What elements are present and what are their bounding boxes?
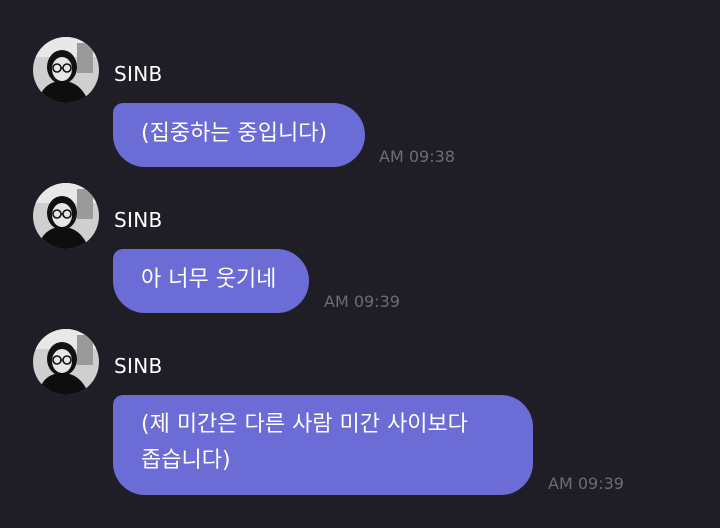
sender-name: SINB	[114, 354, 163, 378]
profile-photo-icon	[33, 37, 99, 103]
sender-name: SINB	[114, 208, 163, 232]
message-timestamp: AM 09:39	[324, 292, 400, 311]
message-text: 아 너무 웃기네	[141, 267, 277, 292]
chat-window: SINB (집중하는 중입니다) AM 09:38 SINB 아 너무 웃기네 …	[0, 0, 720, 528]
message-text-line: (제 미간은 다른 사람 미간 사이보다	[141, 412, 468, 437]
avatar[interactable]	[33, 329, 99, 395]
message-timestamp: AM 09:39	[548, 474, 624, 493]
profile-photo-icon	[33, 183, 99, 249]
message-bubble[interactable]: 아 너무 웃기네	[113, 249, 309, 313]
profile-photo-icon	[33, 329, 99, 395]
message-bubble[interactable]: (제 미간은 다른 사람 미간 사이보다 좁습니다)	[113, 395, 533, 495]
sender-name: SINB	[114, 62, 163, 86]
avatar[interactable]	[33, 37, 99, 103]
message-timestamp: AM 09:38	[379, 147, 455, 166]
message-bubble[interactable]: (집중하는 중입니다)	[113, 103, 365, 167]
message-text: (집중하는 중입니다)	[141, 121, 328, 146]
message-text-line: 좁습니다)	[141, 448, 231, 473]
avatar[interactable]	[33, 183, 99, 249]
